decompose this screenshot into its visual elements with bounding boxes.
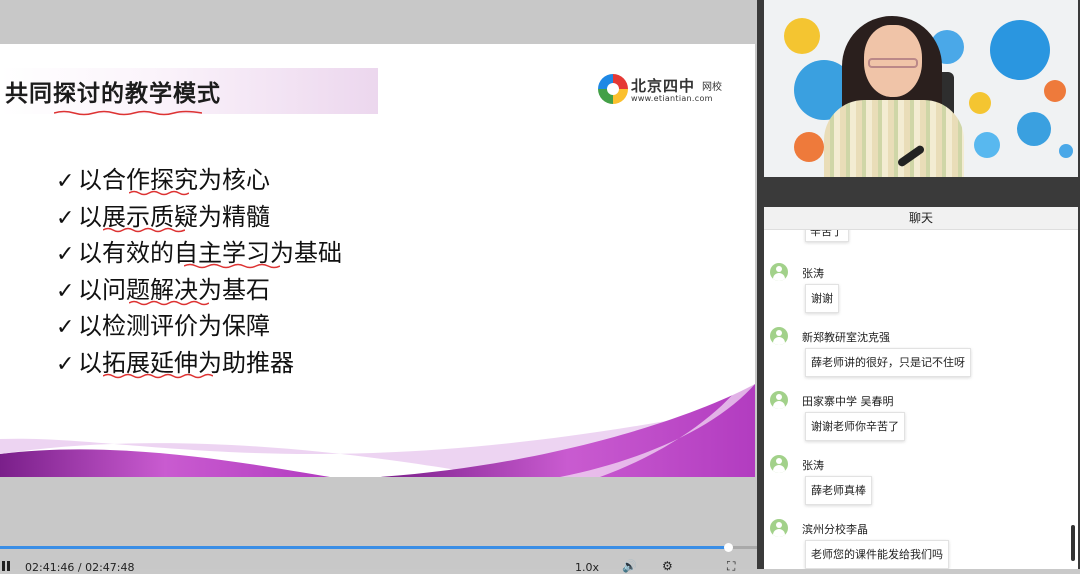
chat-message-text: 谢谢 [805,284,839,313]
chat-sender: 新郑教研室沈克强 [802,331,890,344]
logo-school: 网校 [702,82,722,93]
avatar [770,455,788,473]
bullet-item: ✓ 以检测评价为保障 [56,306,342,343]
chat-message-text: 薛老师讲的很好，只是记不住呀 [805,348,971,377]
handwritten-underline [129,300,209,306]
bg-bubble [1044,80,1066,102]
handwritten-underline [184,263,280,269]
chat-message-text: 辛苦了 [805,230,849,242]
volume-icon[interactable]: 🔊 [622,559,637,573]
bullet-item: ✓ 以有效的自主学习为基础 [56,233,342,270]
handwritten-underline [103,227,185,232]
glasses [868,58,918,68]
chat-sender: 滨州分校李晶 [802,523,868,536]
video-player[interactable]: 共同探讨的教学模式 北京四中 网校 www.etiantian.com ✓ 以合作… [0,0,757,574]
message-list[interactable]: 辛苦了 张涛 谢谢 新郑教研室沈克强 薛老师讲的很好，只是记不住呀 田家寨中学 … [764,230,1078,569]
avatar [770,519,788,537]
progress-fill [0,546,729,549]
teacher-camera [764,0,1078,177]
handwritten-underline [129,190,189,196]
progress-knob[interactable] [724,543,734,552]
settings-icon[interactable]: ⚙ [662,559,673,573]
teacher-shirt [824,100,964,177]
bg-bubble [1059,144,1073,158]
chat-sender: 张涛 [802,459,824,472]
bg-bubble [969,92,991,114]
chat-sender: 张涛 [802,267,824,280]
check-icon: ✓ [56,242,75,268]
player-controls: 02:41:46 / 02:47:48 1.0x 🔊 ⚙ ⛶ [0,553,757,574]
logo-name: 北京四中 [631,77,696,95]
bg-bubble [794,132,824,162]
decorative-swoosh [0,364,755,477]
bullet-item: ✓ 以合作探究为核心 [56,160,342,197]
bg-bubble [1017,112,1051,146]
check-icon: ✓ [56,169,75,194]
bullet-text: 以检测评价为保障 [78,312,270,341]
time-display: 02:41:46 / 02:47:48 [25,561,135,574]
chat-message-text: 老师您的课件能发给我们吗 [805,540,949,569]
check-icon: ✓ [56,315,75,341]
chat-header: 聊天 [764,207,1078,230]
logo-mark-icon [598,74,628,104]
sidebar: 聊天 辛苦了 张涛 谢谢 新郑教研室沈克强 薛老师讲的很好，只是记不住呀 田家寨… [757,0,1080,569]
check-icon: ✓ [56,205,75,231]
chat-message-text: 薛老师真棒 [805,476,872,505]
avatar [770,327,788,345]
chat-panel: 聊天 辛苦了 张涛 谢谢 新郑教研室沈克强 薛老师讲的很好，只是记不住呀 田家寨… [764,207,1078,569]
bullet-item: ✓ 以展示质疑为精髓 [56,197,342,234]
school-logo: 北京四中 网校 www.etiantian.com [598,74,728,108]
bg-bubble [784,18,820,54]
fullscreen-icon[interactable]: ⛶ [727,559,735,574]
presentation-slide: 共同探讨的教学模式 北京四中 网校 www.etiantian.com ✓ 以合作… [0,44,755,477]
chat-message-text: 谢谢老师你辛苦了 [805,412,905,441]
pause-icon[interactable] [2,561,12,571]
bullet-item: ✓ 以问题解决为基石 [56,270,342,307]
bg-bubble [990,20,1050,80]
title-underline [54,110,202,116]
chat-sender: 田家寨中学 吴春明 [802,395,894,408]
chat-scrollbar[interactable] [1071,525,1075,561]
progress-bar[interactable] [0,543,757,552]
check-icon: ✓ [56,278,75,304]
logo-url: www.etiantian.com [631,94,713,103]
slide-title: 共同探讨的教学模式 [5,81,221,107]
avatar [770,263,788,281]
avatar [770,391,788,409]
speed-button[interactable]: 1.0x [575,561,599,574]
bg-bubble [974,132,1000,158]
